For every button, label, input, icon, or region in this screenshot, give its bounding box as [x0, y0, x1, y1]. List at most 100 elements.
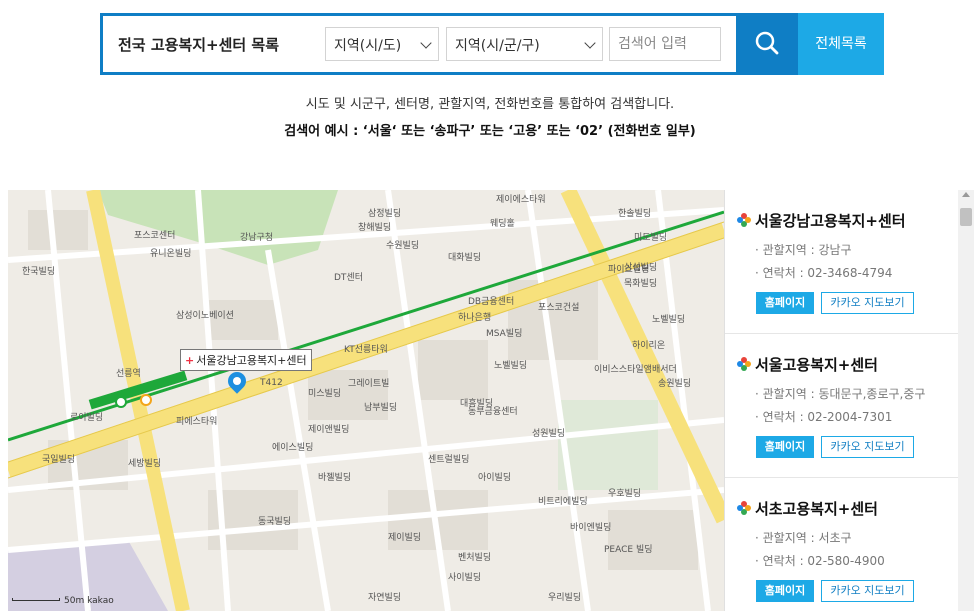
map-label: 남부빌딩	[364, 403, 398, 413]
map-label: 포스코건설	[538, 303, 580, 313]
center-phone: · 연락처 : 02-3468-4794	[755, 266, 893, 280]
map-label: 삼정빌딩	[368, 209, 402, 219]
map-label: 아이빌딩	[478, 473, 512, 483]
map-label: 동국빌딩	[258, 517, 292, 527]
kakao-map-button[interactable]: 카카오 지도보기	[821, 436, 914, 458]
map-attribution: kakao	[87, 596, 114, 606]
map-label: 제이에스타워	[496, 195, 546, 205]
homepage-button[interactable]: 홈페이지	[756, 292, 814, 314]
employment-welfare-logo-icon	[737, 357, 751, 371]
map-label: 대화빌딩	[448, 253, 482, 263]
map-label: 강남구청	[240, 233, 274, 243]
center-area: · 관할지역 : 서초구	[755, 531, 852, 545]
map-scale-label: 50m	[64, 596, 85, 606]
scroll-up-arrow-icon[interactable]	[962, 192, 970, 197]
chevron-down-icon	[420, 37, 432, 49]
map-label: 노벨빌딩	[494, 361, 528, 371]
map-label: 하나은행	[458, 313, 492, 323]
district-select[interactable]: 지역(시/군/구)	[446, 27, 603, 61]
list-item: 서울강남고용복지+센터 · 관할지역 : 강남구 · 연락처 : 02-3468…	[725, 190, 959, 334]
homepage-button[interactable]: 홈페이지	[756, 580, 814, 602]
center-name: 서초고용복지+센터	[755, 500, 878, 518]
map-label: 센트럴빌딩	[428, 455, 470, 465]
center-list[interactable]: 서울강남고용복지+센터 · 관할지역 : 강남구 · 연락처 : 02-3468…	[724, 190, 975, 611]
scroll-thumb[interactable]	[960, 208, 972, 226]
list-item: 서초고용복지+센터 · 관할지역 : 서초구 · 연락처 : 02-580-49…	[725, 478, 959, 611]
map-label: 송원빌딩	[658, 379, 692, 389]
map-label: 삼성빌딩	[624, 263, 658, 273]
map-label: 노벨빌딩	[652, 315, 686, 325]
center-phone: · 연락처 : 02-580-4900	[755, 554, 885, 568]
map-label: 그레이트빌	[348, 379, 390, 389]
center-name: 서울강남고용복지+센터	[755, 212, 906, 230]
center-area: · 관할지역 : 동대문구,종로구,중구	[755, 387, 926, 401]
district-select-value: 지역(시/군/구)	[455, 38, 540, 54]
map-label: 우리빌딩	[548, 593, 582, 603]
center-phone: · 연락처 : 02-2004-7301	[755, 410, 893, 424]
map-marker-tooltip[interactable]: + 서울강남고용복지+센터	[180, 349, 312, 371]
map-label: T412	[260, 378, 283, 388]
center-area: · 관할지역 : 강남구	[755, 243, 852, 257]
map-label: 에이스빌딩	[272, 443, 314, 453]
employment-welfare-logo-icon	[737, 501, 751, 515]
search-button[interactable]	[736, 13, 798, 75]
search-bar: 전국 고용복지+센터 목록 지역(시/도) 지역(시/군/구) 전체목록	[100, 13, 884, 75]
map-label: 우호빌딩	[608, 489, 642, 499]
plus-icon: +	[185, 354, 195, 367]
employment-welfare-logo-icon	[737, 213, 751, 227]
map-label: 한솔빌딩	[618, 209, 652, 219]
list-scrollbar[interactable]	[958, 190, 974, 611]
list-item: 서울고용복지+센터 · 관할지역 : 동대문구,종로구,중구 · 연락처 : 0…	[725, 334, 959, 478]
map-label: 포스코센터	[134, 231, 176, 241]
chevron-down-icon	[584, 37, 596, 49]
map-label: 자연빌딩	[368, 593, 402, 603]
map-label: 성원빌딩	[532, 429, 566, 439]
map-label: 선릉역	[116, 369, 141, 379]
map-label: 창해빌딩	[358, 223, 392, 233]
city-select-value: 지역(시/도)	[334, 38, 402, 54]
city-select[interactable]: 지역(시/도)	[325, 27, 439, 61]
map-label: 이비스스타일앰배서더	[594, 365, 677, 375]
map-label: 제이앤빌딩	[308, 425, 350, 435]
kakao-map-button[interactable]: 카카오 지도보기	[821, 292, 914, 314]
homepage-button[interactable]: 홈페이지	[756, 436, 814, 458]
search-icon	[755, 31, 779, 55]
map-label: 바젤빌딩	[318, 473, 352, 483]
map-label: 로이빌딩	[70, 413, 104, 423]
map-label: 삼성이노베이션	[176, 311, 234, 321]
map-label: 한국빌딩	[22, 267, 56, 277]
map-label: DT센터	[334, 273, 363, 283]
map-label: DB금융센터	[468, 297, 515, 307]
map-label: MSA빌딩	[486, 329, 523, 339]
map-label: 하이리온	[632, 341, 666, 351]
map-label: 사이빌딩	[448, 573, 482, 583]
center-title[interactable]: 서울강남고용복지+센터	[737, 210, 906, 231]
map-label: 세방빌딩	[128, 459, 162, 469]
center-name: 서울고용복지+센터	[755, 356, 878, 374]
map-label: PEACE 빌딩	[604, 545, 653, 555]
search-example: 검색어 예시 : ‘서울‘ 또는 ‘송파구’ 또는 ‘고용’ 또는 ‘02’ (…	[284, 124, 696, 139]
map-label: 수원빌딩	[386, 241, 420, 251]
map-label: 유니온빌딩	[150, 249, 192, 259]
map-label: KT선릉타워	[344, 345, 388, 355]
map-label: 바이엔빌딩	[570, 523, 612, 533]
map-view[interactable]: 제이에스타워 삼정빌딩 창해빌딩 수원빌딩 대화빌딩 웨딩홀 포스코건설 DB금…	[8, 190, 724, 611]
kakao-logo: 50m kakao	[64, 596, 114, 606]
map-scale-bar	[12, 598, 60, 601]
map-label: 피에스타워	[176, 417, 218, 427]
center-title[interactable]: 서울고용복지+센터	[737, 354, 878, 375]
keyword-input[interactable]	[609, 27, 721, 61]
map-tooltip-label: 서울강남고용복지+센터	[196, 354, 307, 367]
map-label: 국일빌딩	[42, 455, 76, 465]
map-label: 제이빌딩	[388, 533, 422, 543]
center-title[interactable]: 서초고용복지+센터	[737, 498, 878, 519]
search-title: 전국 고용복지+센터 목록	[118, 36, 280, 54]
map-label: 벤처빌딩	[458, 553, 492, 563]
map-label: 미스빌딩	[308, 389, 342, 399]
map-label: 목화빌딩	[624, 279, 658, 289]
list-all-button[interactable]: 전체목록	[798, 13, 884, 75]
search-description: 시도 및 시군구, 센터명, 관할지역, 전화번호를 통합하여 검색합니다.	[305, 97, 675, 112]
kakao-map-button[interactable]: 카카오 지도보기	[821, 580, 914, 602]
map-label: 미도빌딩	[634, 233, 668, 243]
map-label: 비트리에빌딩	[538, 497, 588, 507]
